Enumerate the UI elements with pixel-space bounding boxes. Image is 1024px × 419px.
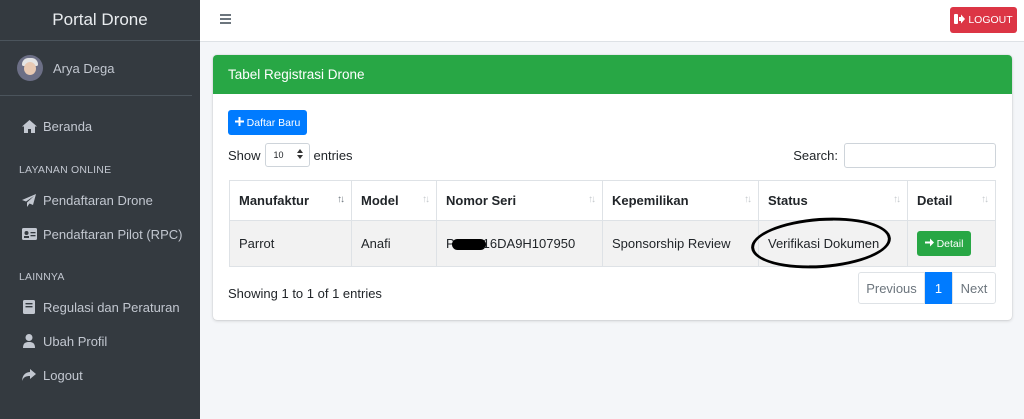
status-text: Verifikasi Dokumen [768,236,880,251]
logout-label: LOGOUT [968,14,1013,26]
menu-toggle-icon[interactable] [220,14,231,24]
sort-asc-icon: ↑↓ [337,194,345,205]
show-label: Show [228,147,261,163]
table-header-row: Manufaktur ↑↓ Model ↑↓ Nomor Seri ↑↓ Kepemi… [229,180,996,221]
sidebar-item-regulasi[interactable]: Regulasi dan Peraturan [0,290,200,324]
sidebar-item-pendaftaran-pilot[interactable]: Pendaftaran Pilot (RPC) [0,217,200,251]
nav-header-online: LAYANAN ONLINE [19,164,112,176]
paper-plane-icon [21,193,37,207]
logout-button[interactable]: LOGOUT [950,7,1017,33]
sidebar-item-label: Pendaftaran Drone [43,192,153,208]
cell-kepemilikan: Sponsorship Review [602,220,759,267]
column-header-detail[interactable]: Detail ↑↓ [907,180,996,221]
book-icon [21,300,37,314]
top-navbar: LOGOUT [200,0,1024,42]
sidebar-item-label: Regulasi dan Peraturan [43,299,180,315]
add-new-button[interactable]: Daftar Baru [228,110,307,135]
cell-status: Verifikasi Dokumen [749,213,908,273]
entries-value: 10 [273,150,284,160]
search-label: Search: [793,148,838,163]
arrow-right-icon [924,238,934,250]
pagination-next[interactable]: Next [952,272,996,304]
cell-nomor-seri: P 16DA9H107950 [436,220,603,267]
sidebar-item-label: Logout [43,367,83,383]
detail-label: Detail [936,237,964,250]
cell-detail: Detail [907,220,996,267]
share-icon [21,368,37,382]
entries-label: entries [313,147,353,163]
column-header-manufaktur[interactable]: Manufaktur ↑↓ [229,180,352,221]
brand-title[interactable]: Portal Drone [0,0,200,41]
user-name[interactable]: Arya Dega [53,61,114,76]
search-input[interactable] [844,143,996,168]
pagination: Previous 1 Next [858,272,996,304]
sidebar-item-pendaftaran-drone[interactable]: Pendaftaran Drone [0,183,200,217]
plus-icon [234,116,244,129]
add-new-label: Daftar Baru [246,116,301,129]
user-icon [21,334,37,348]
redaction-mark [451,239,486,251]
pagination-previous[interactable]: Previous [858,272,925,304]
sidebar-item-label: Beranda [43,118,93,134]
table-row: Parrot Anafi P 16DA9H107950 Sponsorship R… [229,213,996,273]
cell-model: Anafi [351,220,437,267]
card-title: Tabel Registrasi Drone [213,55,1012,94]
entries-select[interactable]: 10 [264,143,310,167]
sidebar: Portal Drone Arya Dega Beranda LAYANAN O… [0,0,200,419]
sidebar-item-ubah-profil[interactable]: Ubah Profil [0,324,200,358]
column-header-kepemilikan[interactable]: Kepemilikan ↑↓ [602,180,759,221]
sign-out-icon [954,13,966,27]
registration-table: Manufaktur ↑↓ Model ↑↓ Nomor Seri ↑↓ Kepemi… [229,180,996,273]
sidebar-item-label: Pendaftaran Pilot (RPC) [43,226,183,242]
nav-header-lainnya: LAINNYA [19,271,65,283]
detail-button[interactable]: Detail [917,231,971,256]
sidebar-item-logout[interactable]: Logout [0,358,200,392]
sidebar-item-label: Ubah Profil [43,333,108,349]
sort-icon: ↑↓ [893,194,901,205]
cell-manufaktur: Parrot [229,220,352,267]
table-info: Showing 1 to 1 of 1 entries [228,286,382,301]
column-header-nomor-seri[interactable]: Nomor Seri ↑↓ [436,180,603,221]
column-header-status[interactable]: Status ↑↓ [758,180,908,221]
id-card-icon [21,227,37,241]
column-header-model[interactable]: Model ↑↓ [351,180,437,221]
sidebar-item-beranda[interactable]: Beranda [0,109,200,143]
select-arrows-icon [296,149,303,161]
table-search: Search: [793,143,996,168]
sort-icon: ↑↓ [981,194,989,205]
home-icon [21,119,37,133]
sort-icon: ↑↓ [744,194,752,205]
entries-length-control: Show 10 entries [228,143,353,167]
sort-icon: ↑↓ [588,194,596,205]
pagination-page-1[interactable]: 1 [925,272,952,304]
user-panel[interactable]: Arya Dega [0,41,192,96]
registration-card: Tabel Registrasi Drone Daftar Baru Show … [213,55,1012,320]
avatar [17,55,43,81]
sort-icon: ↑↓ [422,194,430,205]
